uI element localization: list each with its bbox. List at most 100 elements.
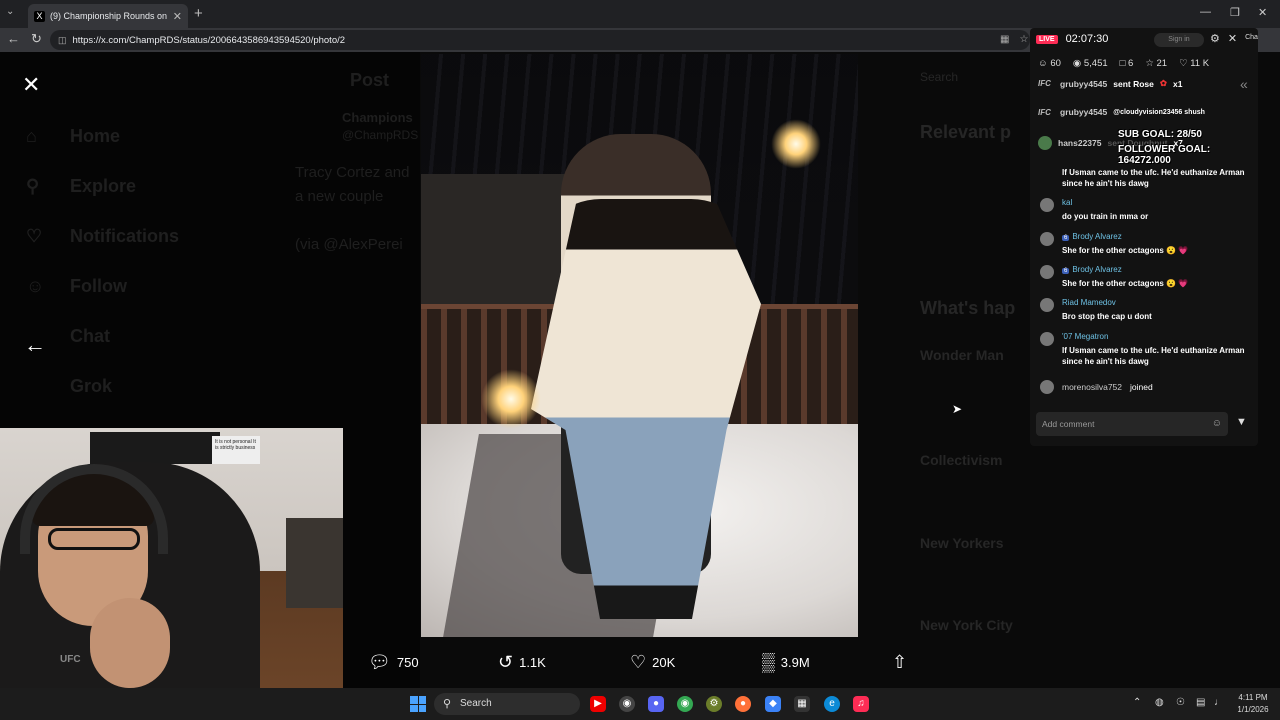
clock-time: 4:11 PM: [1238, 693, 1268, 702]
shirt-logo: UFC: [60, 654, 81, 665]
tab-search-icon[interactable]: ⌄: [6, 6, 14, 17]
avatar: [1040, 265, 1054, 279]
url-field[interactable]: ◫ https://x.com/ChampRDS/status/20066435…: [50, 30, 1030, 50]
close-viewer-button[interactable]: ✕: [22, 72, 40, 98]
microphone-icon[interactable]: ☉: [1176, 697, 1185, 708]
message-text: She for the other octagons 😮 💗: [1062, 246, 1189, 255]
nav-explore: Explore: [70, 176, 137, 196]
gear-icon[interactable]: ⚙: [1210, 32, 1220, 45]
url-text: https://x.com/ChampRDS/status/2006643586…: [72, 34, 346, 46]
avatar: [1040, 332, 1054, 346]
new-tab-icon[interactable]: +: [194, 5, 203, 22]
followers-stat: ☺ 60: [1038, 58, 1061, 69]
windows-start-icon[interactable]: [410, 696, 426, 712]
explore-icon: ⚲: [26, 176, 40, 196]
discord-icon[interactable]: ●: [648, 696, 664, 712]
home-icon: ⌂: [26, 126, 37, 146]
follow-icon: ☺: [26, 276, 45, 296]
sub-goal: SUB GOAL: 28/50: [1118, 129, 1202, 140]
share-button[interactable]: ⇧: [892, 652, 907, 673]
shares-count: 21: [1156, 58, 1168, 69]
network-icon[interactable]: ◍: [1155, 697, 1164, 708]
reload-icon[interactable]: ↻: [31, 31, 42, 47]
right-whats-happening: What's hap: [920, 298, 1016, 318]
minimize-icon[interactable]: —: [1200, 6, 1211, 18]
shares-stat: ☆ 21: [1145, 58, 1168, 69]
message-user-name: Brody Alvarez: [1072, 232, 1122, 241]
comment-placeholder: Add comment: [1042, 419, 1095, 429]
browser-tab[interactable]: X (9) Championship Rounds on X: "T ✕: [28, 4, 188, 28]
app-icon[interactable]: ⚙: [706, 696, 722, 712]
post-author: Champions: [342, 110, 413, 125]
nav-chat: Chat: [70, 326, 110, 346]
gift-text: sent Rose: [1113, 78, 1154, 89]
message-user-name: Brody Alvarez: [1072, 265, 1122, 274]
tray-chevron-icon[interactable]: ⌃: [1133, 697, 1141, 708]
gift-count: x1: [1173, 78, 1183, 89]
volume-icon[interactable]: ♩: [1214, 697, 1224, 708]
youtube-icon[interactable]: ▶: [590, 696, 606, 712]
tiktok-icon[interactable]: ♫: [853, 696, 869, 712]
app-icon[interactable]: ▦: [794, 696, 810, 712]
reply-button[interactable]: 💬︎ 750: [368, 652, 419, 673]
system-clock[interactable]: 4:11 PM 1/1/2026: [1230, 692, 1276, 716]
reader-icon[interactable]: ▦: [1000, 34, 1009, 45]
post-handle: @ChampRDS: [342, 128, 419, 142]
shelf: [286, 518, 343, 608]
chat-header-icons: ⚙ ✕ Chat: [1210, 32, 1258, 45]
join-event: morenosilva752 joined: [1040, 380, 1153, 394]
gift-text: @cloudyvision23456 shush: [1113, 108, 1205, 116]
tab-title: (9) Championship Rounds on X: "T: [50, 11, 168, 21]
live-chat-panel: LIVE 02:07:30 Sign in ⚙ ✕ Chat ☺ 60 ◉ 5,…: [1030, 28, 1258, 446]
nav-grok: Grok: [70, 376, 113, 396]
taskbar-search[interactable]: ⚲ Search: [434, 693, 580, 715]
app-icon[interactable]: ◆: [765, 696, 781, 712]
avatar: [1040, 298, 1054, 312]
views-button[interactable]: ▒ 3.9M: [762, 652, 810, 673]
like-button[interactable]: ♡ 20K: [630, 652, 675, 673]
obs-icon[interactable]: ◉: [619, 696, 635, 712]
repost-button[interactable]: ↺ 1.1K: [498, 652, 546, 673]
edge-icon[interactable]: e: [824, 696, 840, 712]
firefox-icon[interactable]: ●: [735, 696, 751, 712]
gift-user: grubyy4545: [1060, 78, 1108, 89]
trend-4: New York City: [920, 617, 1013, 633]
message-user: 6 Brody Alvarez: [1062, 232, 1122, 241]
post-photo[interactable]: [421, 54, 858, 637]
message-user: 6 Brody Alvarez: [1062, 265, 1122, 274]
comment-input[interactable]: Add comment ☺: [1036, 412, 1228, 436]
send-icon[interactable]: ▼: [1236, 416, 1247, 428]
chat-label: Chat: [1245, 34, 1258, 41]
join-user: morenosilva752: [1062, 382, 1123, 392]
likes-count: 11 K: [1190, 58, 1210, 69]
webcam-overlay: It is not personal It is strictly busine…: [0, 428, 343, 688]
message-text: Bro stop the cap u dont: [1062, 312, 1152, 321]
views-icon: ▒: [762, 652, 775, 672]
join-text: joined: [1130, 382, 1153, 392]
site-info-icon[interactable]: ◫: [58, 35, 67, 46]
bell-icon: ♡: [26, 226, 43, 246]
bookmark-star-icon[interactable]: ☆: [1019, 34, 1028, 45]
repost-count: 1.1K: [519, 655, 546, 670]
emoji-icon[interactable]: ☺: [1212, 418, 1222, 429]
avatar: [1040, 198, 1054, 212]
gifts-count: 6: [1128, 58, 1134, 69]
close-icon[interactable]: ✕: [1228, 32, 1237, 45]
restore-icon[interactable]: ❐: [1230, 6, 1240, 19]
window-close-icon[interactable]: ✕: [1258, 6, 1267, 19]
chrome-icon[interactable]: ◉: [677, 696, 693, 712]
follower-goal: FOLLOWER GOAL: 164272.000: [1118, 144, 1211, 166]
taskbar: ⚲ Search ▶ ◉ ● ◉ ⚙ ● ◆ ▦ e ♫ ⌃ ◍ ☉ ▤ ♩ 4…: [0, 688, 1280, 720]
sign-in-button[interactable]: Sign in: [1154, 33, 1204, 47]
collapse-chevron-icon[interactable]: «: [1240, 76, 1248, 92]
wifi-icon[interactable]: ▤: [1196, 697, 1205, 708]
right-search: Search: [920, 70, 959, 84]
previous-photo-button[interactable]: ←: [24, 332, 46, 358]
ifc-badge: IFC: [1038, 107, 1051, 117]
post-text-via: (via @AlexPerei: [295, 236, 403, 253]
tab-close-icon[interactable]: ✕: [173, 10, 182, 23]
back-icon[interactable]: ←: [7, 31, 20, 46]
gift-rose-icon: ✿: [1159, 78, 1167, 88]
gift-user: grubyy4545: [1060, 107, 1108, 117]
post-text-line2: a new couple: [295, 188, 384, 205]
